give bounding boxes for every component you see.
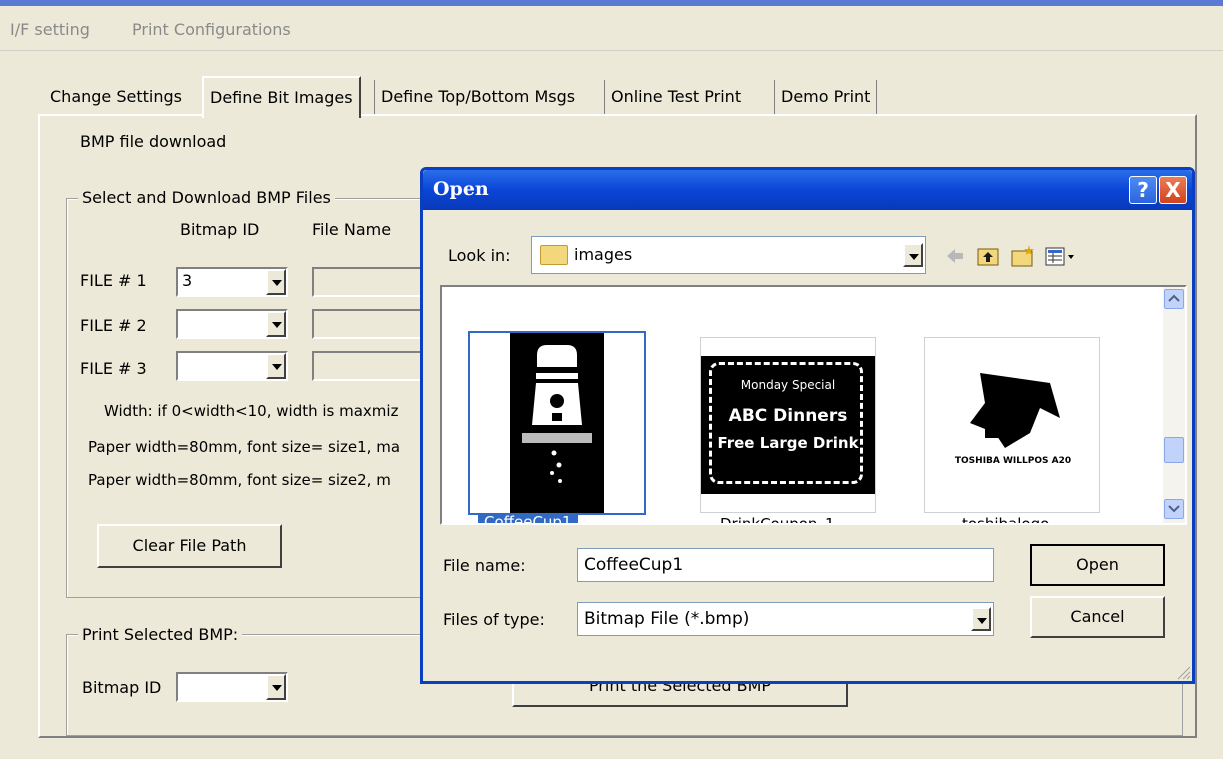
scroll-up-button[interactable] (1164, 289, 1184, 309)
file-type-label: Files of type: (443, 610, 545, 629)
file-item-toshibalogo[interactable]: TOSHIBA WILLPOS A20 (924, 337, 1100, 513)
look-in-value: images (574, 245, 633, 264)
menu-item-print-configurations[interactable]: Print Configurations (132, 20, 291, 39)
file-list-scrollbar[interactable] (1163, 287, 1185, 523)
look-in-label: Look in: (448, 246, 511, 265)
file-caption-toshibalogo[interactable]: toshibalogo (962, 515, 1049, 523)
chevron-down-icon[interactable] (266, 269, 286, 295)
file-name-input[interactable]: CoffeeCup1 (577, 548, 994, 582)
chevron-down-icon[interactable] (266, 311, 286, 337)
file-1-bitmap-id-select[interactable]: 3 (176, 267, 288, 297)
dialog-title: Open (433, 178, 489, 200)
width-note: Width: if 0<width<10, width is maxmiz (104, 402, 399, 420)
file-2-label: FILE # 2 (80, 316, 147, 335)
panel-title: BMP file download (80, 132, 227, 151)
file-type-select[interactable]: Bitmap File (*.bmp) (577, 602, 994, 636)
file-caption-drinkcoupon[interactable]: DrinkCoupon_1 (720, 515, 835, 523)
dialog-title-bar: Open ? X (423, 170, 1192, 210)
print-selected-legend: Print Selected BMP: (78, 625, 243, 644)
coupon-line-1: Monday Special (740, 378, 836, 392)
dialog-toolbar (947, 245, 1074, 267)
help-icon[interactable]: ? (1129, 176, 1157, 204)
tab-online-test-print[interactable]: Online Test Print (604, 80, 747, 114)
clear-file-path-button[interactable]: Clear File Path (97, 524, 282, 568)
look-in-select[interactable]: images (531, 236, 926, 274)
paper-size2-note: Paper width=80mm, font size= size2, m (88, 471, 391, 489)
file-type-value: Bitmap File (*.bmp) (584, 609, 750, 629)
chevron-down-icon[interactable] (266, 353, 286, 379)
chevron-down-icon[interactable] (903, 243, 923, 267)
file-name-column-header: File Name (312, 220, 392, 239)
file-item-drinkcoupon[interactable]: Monday Special ABC Dinners Free Large Dr… (700, 337, 876, 513)
tab-define-bit-images[interactable]: Define Bit Images (202, 76, 361, 118)
new-folder-icon[interactable] (1011, 245, 1034, 267)
tab-demo-print[interactable]: Demo Print (774, 80, 878, 114)
coupon-image: Monday Special ABC Dinners Free Large Dr… (701, 356, 875, 494)
file-2-name-field[interactable] (312, 309, 432, 339)
bitmap-id-column-header: Bitmap ID (180, 220, 260, 239)
toshiba-logo-text: TOSHIBA WILLPOS A20 (954, 456, 1072, 466)
open-button[interactable]: Open (1030, 544, 1165, 586)
cancel-button[interactable]: Cancel (1030, 596, 1165, 638)
print-bitmap-id-select[interactable] (176, 672, 288, 702)
close-icon[interactable]: X (1159, 176, 1187, 204)
print-bitmap-id-label: Bitmap ID (82, 678, 162, 697)
scroll-down-button[interactable] (1164, 499, 1184, 519)
up-folder-icon[interactable] (977, 248, 999, 266)
file-name-label: File name: (443, 556, 526, 575)
file-list[interactable]: CoffeeCup1 Monday Special ABC Dinners Fr… (440, 285, 1187, 525)
file-3-bitmap-id-select[interactable] (176, 351, 288, 381)
file-caption-coffeecup1[interactable]: CoffeeCup1 (478, 513, 578, 523)
coupon-line-2: ABC Dinners (728, 406, 848, 426)
file-1-name-field[interactable] (312, 267, 432, 297)
file-1-bitmap-id-value: 3 (182, 271, 193, 290)
file-1-label: FILE # 1 (80, 271, 147, 290)
file-3-name-field[interactable] (312, 351, 432, 381)
view-menu-icon[interactable] (1045, 247, 1074, 266)
folder-icon (540, 245, 568, 265)
file-2-bitmap-id-select[interactable] (176, 309, 288, 339)
menu-item-if-setting[interactable]: I/F setting (10, 20, 90, 39)
menu-bar: I/F setting Print Configurations (0, 6, 1223, 51)
open-file-dialog: Open ? X Look in: images CoffeeCup1 Mond… (420, 167, 1195, 684)
file-item-coffeecup1[interactable] (468, 331, 646, 515)
tab-define-top-bottom-msgs[interactable]: Define Top/Bottom Msgs (374, 80, 581, 114)
chevron-down-icon[interactable] (971, 607, 991, 631)
scroll-thumb[interactable] (1164, 437, 1184, 463)
toshiba-logo-thumbnail (970, 373, 1060, 448)
coffee-cup-thumbnail (510, 333, 604, 513)
chevron-down-icon[interactable] (266, 674, 286, 700)
resize-grip-icon[interactable] (1175, 664, 1191, 680)
back-arrow-icon[interactable] (947, 249, 963, 263)
select-download-legend: Select and Download BMP Files (78, 188, 335, 207)
coupon-line-3: Free Large Drink (717, 434, 859, 452)
tab-change-settings[interactable]: Change Settings (44, 80, 188, 114)
paper-size1-note: Paper width=80mm, font size= size1, ma (88, 438, 401, 456)
file-3-label: FILE # 3 (80, 359, 147, 378)
